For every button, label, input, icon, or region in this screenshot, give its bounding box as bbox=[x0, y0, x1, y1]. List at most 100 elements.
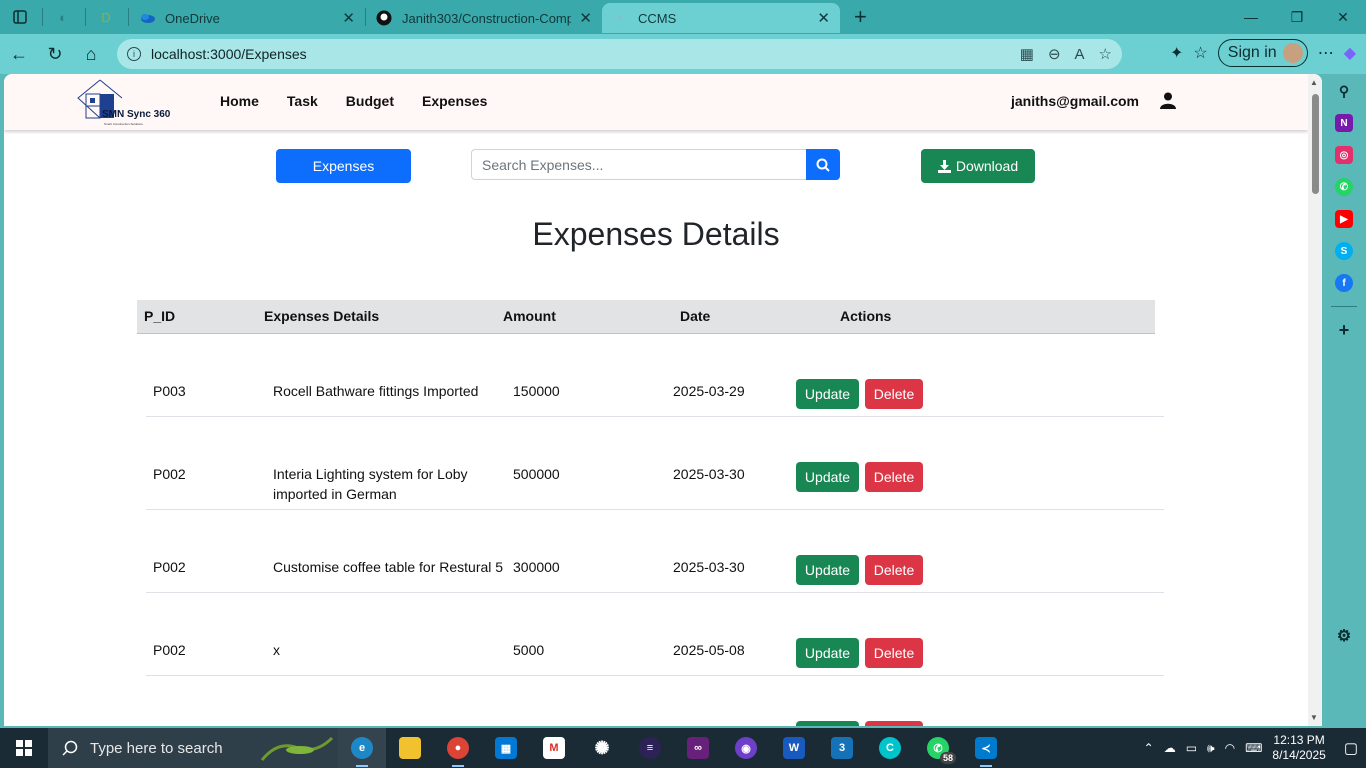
taskbar-css3[interactable]: 3 bbox=[818, 728, 866, 768]
update-button[interactable]: Update bbox=[796, 555, 859, 585]
delete-button[interactable] bbox=[865, 721, 923, 726]
read-aloud-icon[interactable]: A bbox=[1075, 46, 1085, 63]
zoom-icon[interactable]: ⊖ bbox=[1048, 45, 1061, 63]
github-icon bbox=[376, 10, 392, 26]
add-icon[interactable]: + bbox=[1335, 320, 1353, 340]
close-icon[interactable]: ✕ bbox=[342, 9, 355, 27]
expenses-button[interactable]: Expenses bbox=[276, 149, 411, 183]
tab-onedrive[interactable]: OneDrive ✕ bbox=[129, 3, 365, 33]
search-placeholder: Search Expenses... bbox=[482, 156, 604, 173]
taskbar-chatgpt[interactable]: ✺ bbox=[578, 728, 626, 768]
extensions-icon[interactable]: ✦ bbox=[1170, 43, 1183, 63]
onedrive-icon[interactable]: ☁ bbox=[1164, 741, 1176, 755]
new-tab-icon[interactable]: + bbox=[854, 4, 867, 30]
close-icon[interactable]: ✕ bbox=[817, 9, 830, 27]
restore-icon[interactable]: ❐ bbox=[1274, 0, 1320, 34]
notifications-icon[interactable]: ▢ bbox=[1344, 739, 1358, 757]
nav-task[interactable]: Task bbox=[287, 93, 318, 109]
clock[interactable]: 12:13 PM 8/14/2025 bbox=[1272, 733, 1325, 763]
tab-github[interactable]: Janith303/Construction-Company ✕ bbox=[366, 3, 602, 33]
refresh-icon[interactable]: ↻ bbox=[38, 37, 72, 71]
skype-icon[interactable]: S bbox=[1335, 242, 1353, 260]
vscode-icon: ≺ bbox=[975, 737, 997, 759]
update-button[interactable]: Update bbox=[796, 462, 859, 492]
system-tray: ⌃ ☁ ▭ 🕪 ◠ ⌨ 12:13 PM 8/14/2025 ▢ bbox=[1144, 728, 1366, 768]
youtube-icon[interactable]: ▶ bbox=[1335, 210, 1353, 228]
user-icon[interactable] bbox=[1160, 92, 1176, 109]
nav-budget[interactable]: Budget bbox=[346, 93, 394, 109]
search-input[interactable]: Search Expenses... bbox=[471, 149, 807, 180]
cell-details: x bbox=[273, 642, 280, 658]
taskbar-vscode[interactable]: ≺ bbox=[962, 728, 1010, 768]
tab-ccms[interactable]: ▫ CCMS ✕ bbox=[602, 3, 840, 33]
taskbar-edge[interactable]: e bbox=[338, 728, 386, 768]
page-scrollbar[interactable]: ▲ ▼ bbox=[1308, 74, 1322, 726]
update-button[interactable]: Update bbox=[796, 379, 859, 409]
taskbar-eclipse[interactable]: ≡ bbox=[626, 728, 674, 768]
update-button[interactable]: Update bbox=[796, 638, 859, 668]
taskbar-github-desktop[interactable]: ◉ bbox=[722, 728, 770, 768]
more-options-icon[interactable]: ⋯ bbox=[1318, 43, 1334, 63]
cell-pid: P002 bbox=[153, 559, 186, 575]
chevron-up-icon[interactable]: ⌃ bbox=[1144, 741, 1154, 755]
scroll-up-icon[interactable]: ▲ bbox=[1310, 78, 1318, 87]
delete-button[interactable]: Delete bbox=[865, 638, 923, 668]
tab-actions-icon[interactable] bbox=[8, 5, 32, 29]
address-bar[interactable]: i localhost:3000/Expenses ▦ ⊖ A ☆ bbox=[117, 39, 1122, 69]
taskbar-canva[interactable]: C bbox=[866, 728, 914, 768]
tab-title: Janith303/Construction-Company bbox=[402, 10, 572, 26]
taskbar-gmail[interactable]: M bbox=[530, 728, 578, 768]
taskbar-store[interactable]: ▦ bbox=[482, 728, 530, 768]
sign-in-label: Sign in bbox=[1227, 44, 1277, 61]
battery-icon[interactable]: ▭ bbox=[1186, 741, 1197, 755]
column-header: Date bbox=[680, 308, 711, 324]
nav-home[interactable]: Home bbox=[220, 93, 259, 109]
taskbar-search[interactable]: Type here to search bbox=[48, 728, 338, 768]
favorite-star-icon[interactable]: ☆ bbox=[1099, 45, 1112, 63]
onenote-icon[interactable]: N bbox=[1335, 114, 1353, 132]
minimize-icon[interactable]: — bbox=[1228, 0, 1274, 34]
taskbar-visual-studio[interactable]: ∞ bbox=[674, 728, 722, 768]
taskbar-word[interactable]: W bbox=[770, 728, 818, 768]
nav-expenses[interactable]: Expenses bbox=[422, 93, 487, 109]
page-title: Expenses Details bbox=[532, 216, 780, 252]
update-button[interactable] bbox=[796, 721, 859, 726]
scrollbar-thumb[interactable] bbox=[1312, 94, 1319, 194]
scroll-down-icon[interactable]: ▼ bbox=[1310, 713, 1318, 722]
wifi-icon[interactable]: ◠ bbox=[1225, 741, 1235, 755]
search-button[interactable] bbox=[806, 149, 840, 180]
info-icon[interactable]: i bbox=[127, 47, 141, 61]
browser-actions: ✦ ☆ Sign in ⋯ ◆ bbox=[1170, 39, 1356, 67]
copilot-icon[interactable]: ◆ bbox=[1344, 43, 1356, 63]
app-available-icon[interactable]: ▦ bbox=[1020, 45, 1034, 63]
back-icon[interactable]: ← bbox=[2, 37, 36, 71]
volume-icon[interactable]: 🕪 bbox=[1207, 741, 1215, 756]
delete-button[interactable]: Delete bbox=[865, 555, 923, 585]
start-button[interactable] bbox=[0, 728, 48, 768]
windows-taskbar: Type here to search e ● ▦ M ✺ ≡ ∞ ◉ W 3 … bbox=[0, 728, 1366, 768]
close-window-icon[interactable]: ✕ bbox=[1320, 0, 1366, 34]
taskbar-file-explorer[interactable] bbox=[386, 728, 434, 768]
edge-sidebar: ⚲ N ◎ ✆ ▶ S f + ⚙ bbox=[1322, 74, 1366, 726]
taskbar-whatsapp[interactable]: ✆ 58 bbox=[914, 728, 962, 768]
delete-button[interactable]: Delete bbox=[865, 379, 923, 409]
settings-icon[interactable]: ⚙ bbox=[1335, 627, 1353, 645]
search-icon[interactable]: ⚲ bbox=[1335, 82, 1353, 100]
download-button[interactable]: Download bbox=[921, 149, 1035, 183]
favorites-icon[interactable]: ☆ bbox=[1193, 43, 1207, 63]
whatsapp-icon[interactable]: ✆ bbox=[1335, 178, 1353, 196]
instagram-icon[interactable]: ◎ bbox=[1335, 146, 1353, 164]
workspaces-icon[interactable]: ◐ bbox=[51, 5, 75, 29]
column-header: Actions bbox=[840, 308, 892, 324]
sign-in-button[interactable]: Sign in bbox=[1217, 39, 1308, 67]
gmail-icon: M bbox=[543, 737, 565, 759]
home-icon[interactable]: ⌂ bbox=[74, 37, 108, 71]
taskbar-chrome[interactable]: ● bbox=[434, 728, 482, 768]
search-icon bbox=[62, 740, 78, 756]
keyboard-icon[interactable]: ⌨ bbox=[1245, 741, 1262, 755]
close-icon[interactable]: ✕ bbox=[579, 9, 592, 27]
logo-subtext: Smart Construction Solutions bbox=[104, 122, 143, 126]
delete-button[interactable]: Delete bbox=[865, 462, 923, 492]
collections-icon[interactable]: D bbox=[94, 5, 118, 29]
facebook-icon[interactable]: f bbox=[1335, 274, 1353, 292]
